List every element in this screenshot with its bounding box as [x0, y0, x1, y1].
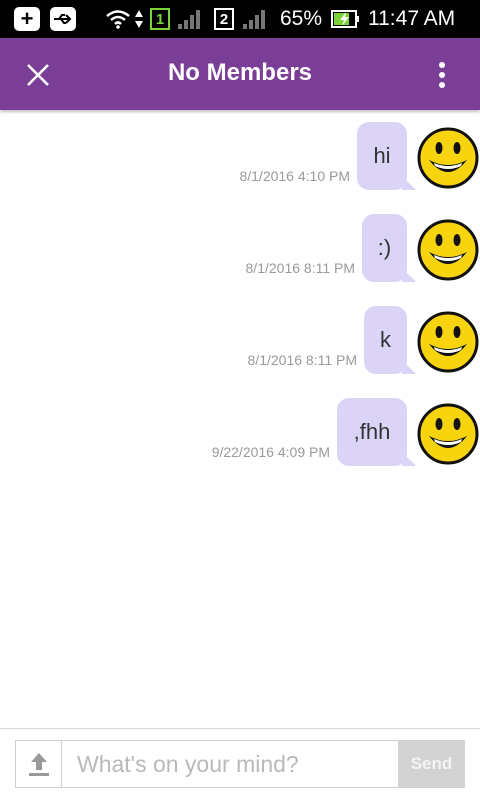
- composer-divider: [0, 728, 480, 729]
- page-title: No Members: [167, 59, 313, 86]
- more-vert-icon: [439, 62, 445, 88]
- message-bubble[interactable]: hi: [357, 122, 416, 190]
- data-activity-icon: [133, 7, 145, 31]
- clock: 11:47 AM: [368, 7, 456, 30]
- sim2-icon: 2: [214, 8, 234, 30]
- wifi-icon: [104, 7, 132, 31]
- message-composer: Send: [15, 740, 465, 788]
- message-timestamp: 8/1/2016 8:11 PM: [245, 260, 355, 276]
- usb-icon: [50, 7, 76, 31]
- smiley-avatar-icon[interactable]: [416, 310, 480, 374]
- upload-icon: [28, 753, 49, 776]
- message-item: k 8/1/2016 8:11 PM: [0, 306, 480, 386]
- overflow-menu-button[interactable]: [424, 55, 460, 95]
- signal-strength-icon: [240, 7, 270, 31]
- message-item: hi 8/1/2016 4:10 PM: [0, 122, 480, 202]
- message-bubble[interactable]: k: [364, 306, 416, 374]
- message-text: k: [380, 327, 391, 352]
- close-button[interactable]: [18, 55, 58, 95]
- smiley-avatar-icon[interactable]: [416, 402, 480, 466]
- app-bar: No Members: [0, 38, 480, 110]
- battery-percent: 65%: [280, 7, 323, 30]
- battery-charging-icon: [331, 7, 361, 31]
- message-text: :): [377, 235, 392, 260]
- message-list[interactable]: hi 8/1/2016 4:10 PM :) 8/1/2016 8:11 PM …: [0, 110, 480, 728]
- send-button[interactable]: Send: [398, 741, 465, 787]
- message-text: ,fhh: [353, 419, 391, 444]
- smiley-avatar-icon[interactable]: [416, 126, 480, 190]
- message-timestamp: 9/22/2016 4:09 PM: [211, 444, 330, 460]
- message-bubble[interactable]: ,fhh: [337, 398, 416, 466]
- message-text: hi: [373, 143, 391, 168]
- smiley-avatar-icon[interactable]: [416, 218, 480, 282]
- message-item: :) 8/1/2016 8:11 PM: [0, 214, 480, 294]
- message-bubble[interactable]: :): [362, 214, 416, 282]
- status-bar: + 1 2 65% 11:47 AM: [0, 0, 480, 38]
- signal-strength-icon: [175, 7, 205, 31]
- message-input[interactable]: [63, 741, 398, 787]
- close-icon: [27, 64, 49, 86]
- upload-button[interactable]: [16, 741, 62, 787]
- add-notification-icon: +: [14, 7, 40, 31]
- sim1-icon: 1: [150, 8, 170, 30]
- message-timestamp: 8/1/2016 4:10 PM: [239, 168, 350, 184]
- message-timestamp: 8/1/2016 8:11 PM: [247, 352, 357, 368]
- message-item: ,fhh 9/22/2016 4:09 PM: [0, 398, 480, 478]
